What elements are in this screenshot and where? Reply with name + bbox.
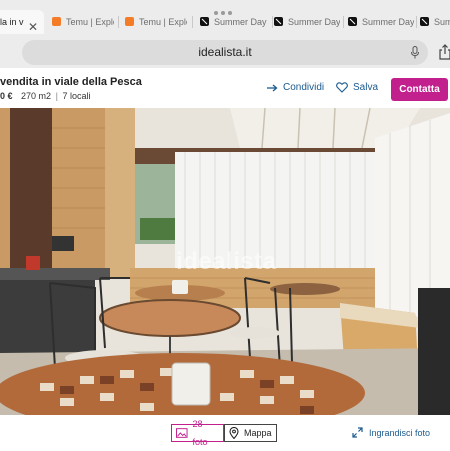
temu-favicon-icon bbox=[125, 17, 134, 26]
tab-summer-3[interactable]: Summer Day bbox=[348, 10, 414, 34]
tab-temu-1[interactable]: Temu | Explo bbox=[52, 10, 114, 34]
listing-header: vendita in viale della Pesca 0 € 270 m2 … bbox=[0, 68, 450, 109]
contact-button[interactable]: Contatta bbox=[391, 78, 448, 101]
tab-title: Summer Day bbox=[214, 17, 267, 27]
expand-icon bbox=[352, 427, 363, 438]
listing-price: 0 € bbox=[0, 91, 13, 101]
tab-summer-4[interactable]: Summer bbox=[420, 10, 450, 34]
browser-chrome: la in v ✕ Temu | Explo Temu | Explo Summ… bbox=[0, 0, 450, 68]
save-label: Salva bbox=[353, 82, 379, 93]
window-drag-handle[interactable] bbox=[214, 2, 236, 15]
tab-divider bbox=[272, 16, 273, 28]
tab-summer-2[interactable]: Summer Day bbox=[274, 10, 340, 34]
save-button[interactable]: Salva bbox=[336, 82, 378, 93]
x-favicon-icon bbox=[274, 17, 283, 26]
share-label: Condividi bbox=[283, 82, 325, 93]
listing-meta: 0 € 270 m2 | 7 locali bbox=[0, 91, 90, 101]
tab-title: Summer Day bbox=[288, 17, 340, 27]
enlarge-label: Ingrandisci foto bbox=[369, 427, 431, 438]
x-favicon-icon bbox=[200, 17, 209, 26]
share-icon[interactable] bbox=[438, 44, 450, 60]
share-button[interactable]: Condividi bbox=[266, 82, 324, 93]
close-icon[interactable]: ✕ bbox=[28, 20, 38, 34]
photos-button[interactable]: 28 foto bbox=[171, 419, 224, 447]
x-favicon-icon bbox=[420, 17, 429, 26]
tab-title: Summer bbox=[434, 17, 450, 27]
location-pin-icon bbox=[229, 427, 239, 439]
tab-summer-1[interactable]: Summer Day bbox=[200, 10, 268, 34]
tab-temu-2[interactable]: Temu | Explo bbox=[125, 10, 187, 34]
listing-area: 270 m2 bbox=[21, 91, 52, 101]
url-text: idealista.it bbox=[198, 45, 252, 59]
heart-icon bbox=[336, 82, 348, 93]
tab-divider bbox=[192, 16, 193, 28]
map-label: Mappa bbox=[244, 428, 272, 438]
photos-count: 28 foto bbox=[192, 419, 208, 447]
tab-title: la in v bbox=[0, 17, 24, 27]
address-bar[interactable]: idealista.it bbox=[22, 40, 428, 65]
meta-divider: | bbox=[55, 91, 58, 101]
listing-rooms: 7 locali bbox=[62, 91, 91, 101]
x-favicon-icon bbox=[348, 17, 357, 26]
microphone-icon[interactable] bbox=[410, 46, 420, 59]
tab-title: Temu | Explo bbox=[139, 17, 187, 27]
gallery-controls: 28 foto Mappa Ingrandisci foto bbox=[0, 415, 450, 450]
map-button[interactable]: Mappa bbox=[224, 424, 277, 442]
photo-watermark: idealista bbox=[176, 248, 277, 275]
image-icon bbox=[176, 428, 188, 438]
listing-title: vendita in viale della Pesca bbox=[0, 76, 142, 88]
temu-favicon-icon bbox=[52, 17, 61, 26]
share-arrow-icon bbox=[267, 84, 278, 91]
tab-title: Summer Day bbox=[362, 17, 414, 27]
enlarge-photo-button[interactable]: Ingrandisci foto bbox=[352, 427, 430, 438]
tab-divider bbox=[416, 16, 417, 28]
tab-title: Temu | Explo bbox=[66, 17, 114, 27]
tab-strip: la in v ✕ Temu | Explo Temu | Explo Summ… bbox=[0, 10, 450, 34]
listing-photo[interactable]: idealista bbox=[0, 108, 450, 415]
tab-divider bbox=[118, 16, 119, 28]
tab-divider bbox=[343, 16, 344, 28]
